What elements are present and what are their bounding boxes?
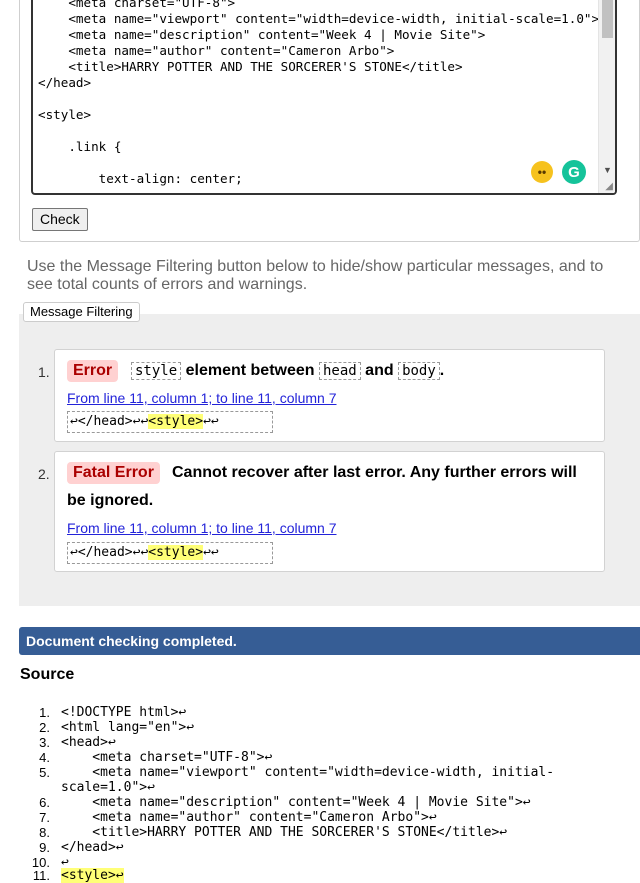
extract-highlight: <style> [148,414,204,429]
source-line-number: 2. [39,720,50,735]
textarea-line: .link { [38,139,122,154]
resize-handle-icon[interactable]: ◢ [605,182,613,192]
source-line: <head>↩ [61,735,116,750]
message-number: 1. [38,364,50,380]
textarea-scrollbar[interactable]: ▼ [598,0,615,193]
message-text: style element between head and body. [131,357,444,385]
scroll-thumb[interactable] [602,0,613,38]
code-style: style [131,362,182,380]
source-line-number: 1. [39,705,50,720]
textarea-line: text-align: center; [38,171,243,186]
message-text-continued: be ignored. [67,492,154,509]
textarea-line: <meta charset="UTF-8"> [38,0,236,10]
source-line: </head>↩ [61,840,124,855]
location-link[interactable]: From line 11, column 1; to line 11, colu… [67,390,337,406]
textarea-line: <meta name="description" content="Week 4… [38,27,486,42]
fatal-error-badge: Fatal Error [67,462,160,484]
scroll-down-arrow-icon[interactable]: ▼ [603,165,612,175]
message-item-error: Error style element between head and bod… [54,349,605,442]
source-line: <!DOCTYPE html>↩ [61,705,187,720]
code-extract: ↩</head>↩↩<style>↩↩ [67,542,273,564]
textarea-line: <meta name="viewport" content="width=dev… [38,11,600,26]
emoji-face-icon[interactable]: •• [531,161,553,183]
source-line: <html lang="en">↩ [61,720,195,735]
source-line-number: 3. [39,735,50,750]
source-line: <title>HARRY POTTER AND THE SORCERER'S S… [61,825,508,840]
source-line-wrap: scale=1.0">↩ [61,780,155,795]
source-line: <meta charset="UTF-8">↩ [61,750,273,765]
source-heading: Source [20,666,75,683]
source-line-number: 9. [39,840,50,855]
message-number: 2. [38,466,50,482]
source-line-number: 11. [32,868,50,883]
grammarly-icon[interactable]: G [562,160,586,184]
source-line: <meta name="viewport" content="width=dev… [61,765,555,780]
textarea-line: <meta name="author" content="Cameron Arb… [38,43,395,58]
source-line-number: 7. [39,810,50,825]
code-extract: ↩</head>↩↩<style>↩↩ [67,411,273,433]
textarea-line: </head> [38,75,92,90]
error-badge: Error [67,360,119,382]
source-line-number: 5. [39,765,50,780]
source-line: <meta name="author" content="Cameron Arb… [61,810,437,825]
filter-info-text: Use the Message Filtering button below t… [27,258,604,293]
textarea-line: <title>HARRY POTTER AND THE SORCERER'S S… [38,59,463,74]
source-line: <meta name="description" content="Week 4… [61,795,531,810]
location-link[interactable]: From line 11, column 1; to line 11, colu… [67,520,337,536]
source-line-number: 8. [39,825,50,840]
check-button[interactable]: Check [32,208,88,231]
checking-completed-banner: Document checking completed. [19,627,640,655]
source-textarea[interactable]: <meta charset="UTF-8"> <meta name="viewp… [31,0,617,195]
message-item-fatal-error: Fatal Error Cannot recover after last er… [54,451,605,572]
message-text: Cannot recover after last error. Any fur… [172,464,577,481]
textarea-line: <style> [38,107,92,122]
source-line-number: 4. [39,750,50,765]
extract-highlight: <style> [148,545,204,560]
message-filtering-button[interactable]: Message Filtering [23,302,140,322]
code-body: body [398,362,440,380]
source-line-highlighted: <style>↩ [61,868,124,883]
code-head: head [319,362,361,380]
source-line-number: 6. [39,795,50,810]
